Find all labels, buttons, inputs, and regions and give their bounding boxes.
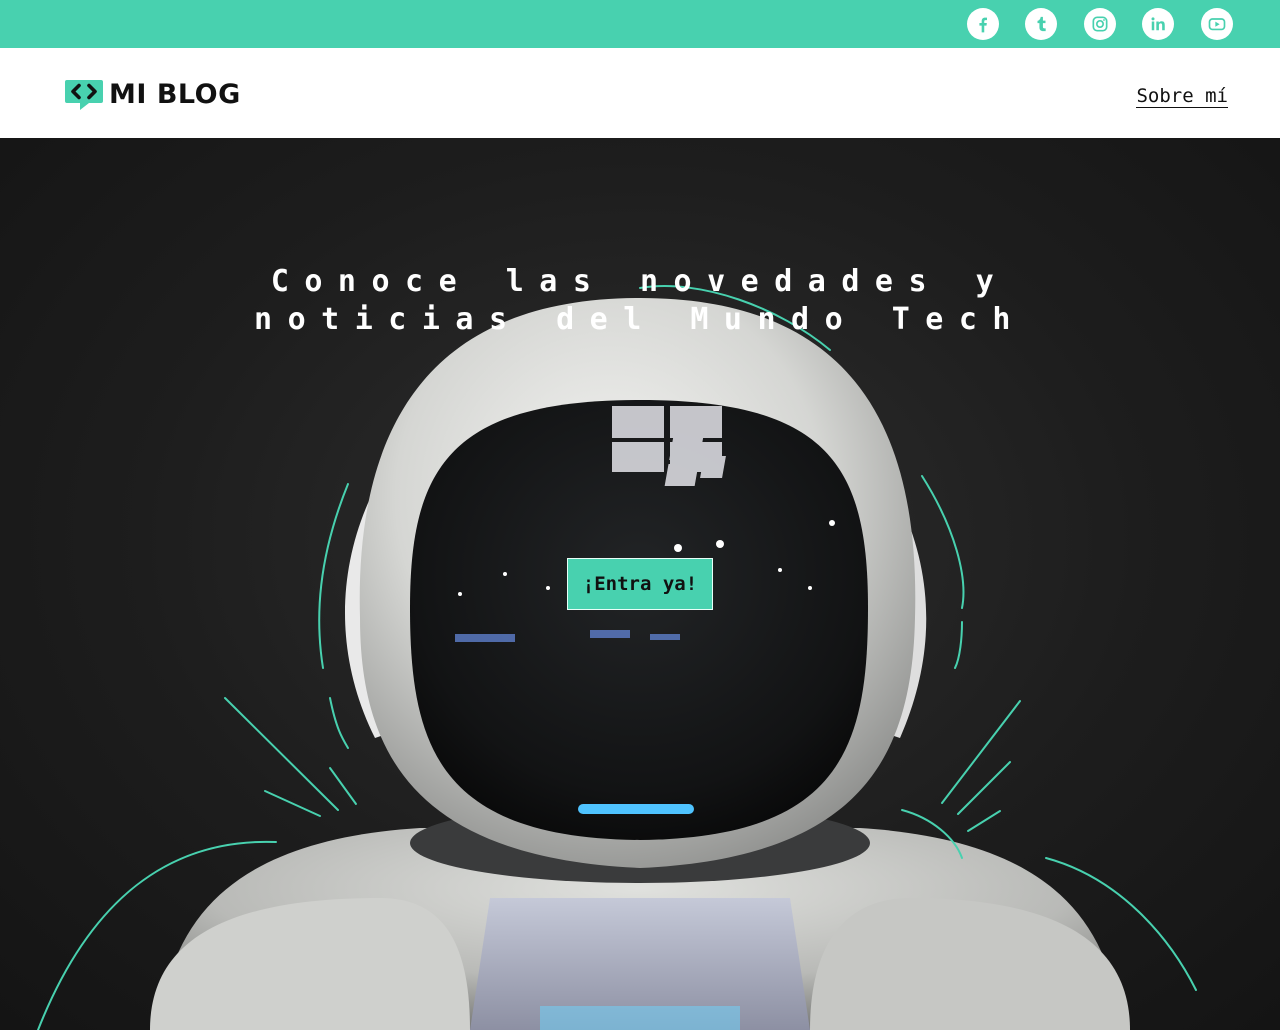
cta-button[interactable]: ¡Entra ya!: [567, 558, 713, 610]
logo-text: MI BLOG: [109, 79, 241, 110]
top-bar: [0, 0, 1280, 48]
facebook-icon[interactable]: [967, 8, 999, 40]
linkedin-icon[interactable]: [1142, 8, 1174, 40]
site-header: MI BLOG Sobre mí: [0, 48, 1280, 138]
code-bubble-icon: [65, 80, 103, 110]
instagram-icon[interactable]: [1084, 8, 1116, 40]
youtube-icon[interactable]: [1201, 8, 1233, 40]
nav-link-about[interactable]: Sobre mí: [1136, 85, 1228, 108]
hero-headline: Conoce las novedades y noticias del Mund…: [254, 264, 1026, 337]
tumblr-icon[interactable]: [1025, 8, 1057, 40]
site-logo[interactable]: MI BLOG: [64, 78, 241, 112]
hero-section: Conoce las novedades y noticias del Mund…: [0, 138, 1280, 1030]
